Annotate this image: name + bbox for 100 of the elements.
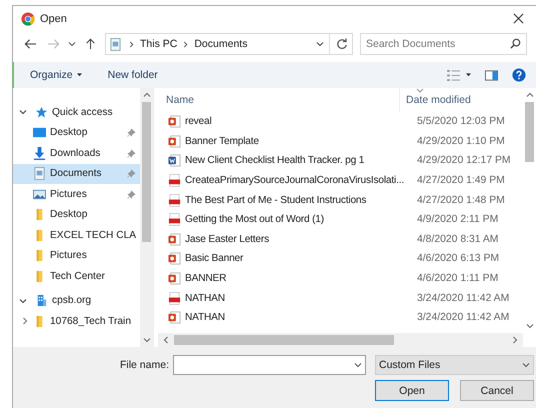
pin-icon[interactable] bbox=[127, 190, 136, 199]
preview-pane-icon[interactable] bbox=[485, 70, 498, 80]
date-modified: 4/29/2020 12:17 PM bbox=[417, 155, 511, 166]
search-icon bbox=[510, 38, 521, 49]
chevron-icon bbox=[129, 40, 134, 48]
scrollbar-thumb[interactable] bbox=[525, 102, 534, 162]
scrollbar[interactable] bbox=[158, 333, 523, 347]
file-row[interactable]: Banner Template 4/29/2020 1:10 PM bbox=[158, 132, 523, 152]
file-row[interactable]: CreateaPrimarySourceJournalCoronaVirusIsolati... 4/27/2020 1:49 PM bbox=[158, 170, 523, 190]
date-modified: 4/6/2020 6:13 PM bbox=[417, 253, 500, 264]
pin-icon[interactable] bbox=[127, 128, 136, 138]
scroll-up-icon[interactable] bbox=[526, 92, 534, 98]
file-row[interactable]: BANNER 4/6/2020 1:11 PM bbox=[158, 268, 523, 288]
recent-caret-icon[interactable] bbox=[68, 41, 76, 47]
presentation-file-icon bbox=[168, 232, 181, 246]
presentation-file-icon bbox=[168, 115, 181, 128]
file-name: BANNER bbox=[185, 273, 228, 284]
chevron-icon bbox=[183, 40, 188, 48]
sidebar-label: 10768_Tech Train bbox=[50, 316, 131, 327]
chevron-icon[interactable] bbox=[19, 296, 27, 305]
organize-menu-button[interactable]: Organize bbox=[30, 69, 82, 81]
scroll-down-icon[interactable] bbox=[142, 337, 150, 343]
scroll-right-icon[interactable] bbox=[512, 336, 518, 344]
close-icon[interactable] bbox=[513, 13, 524, 24]
file-row[interactable]: NATHAN 3/24/2020 11:42 AM bbox=[158, 288, 523, 308]
sidebar-label: Downloads bbox=[50, 148, 100, 159]
file-name-field[interactable] bbox=[173, 355, 366, 375]
sidebar-item[interactable]: Quick access bbox=[13, 102, 140, 122]
scrollbar-thumb[interactable] bbox=[142, 102, 151, 242]
sidebar-item[interactable]: Desktop bbox=[13, 204, 140, 225]
sidebar-item[interactable]: Tech Center bbox=[13, 266, 140, 286]
file-row[interactable]: Basic Banner 4/6/2020 6:13 PM bbox=[158, 249, 523, 269]
date-modified: 4/29/2020 1:10 PM bbox=[417, 136, 505, 147]
sidebar-label: EXCEL TECH CLA bbox=[50, 230, 136, 241]
sidebar-item[interactable]: Pictures bbox=[13, 184, 140, 204]
pdf-file-icon bbox=[168, 174, 181, 188]
word-file-icon bbox=[168, 154, 181, 168]
sidebar-label: Tech Center bbox=[50, 270, 105, 282]
chevron-icon[interactable] bbox=[19, 108, 27, 116]
address-bar[interactable]: This PC Documents bbox=[105, 33, 353, 55]
sidebar-item[interactable]: Downloads bbox=[13, 143, 140, 164]
file-name: Banner Template bbox=[185, 136, 260, 147]
presentation-file-icon bbox=[168, 311, 181, 324]
refresh-icon[interactable] bbox=[336, 38, 348, 50]
date-modified: 5/5/2020 12:03 PM bbox=[417, 116, 505, 128]
pdf-file-icon bbox=[168, 213, 181, 226]
scroll-left-icon[interactable] bbox=[163, 336, 169, 344]
sidebar-item[interactable]: cpsb.org bbox=[13, 290, 140, 311]
file-type-dropdown[interactable]: Custom Files bbox=[375, 355, 534, 375]
view-list-icon[interactable] bbox=[447, 70, 460, 80]
file-row[interactable]: New Client Checklist Health Tracker. pg 1 4/29/2020 12:17 PM bbox=[158, 151, 523, 171]
up-arrow-icon[interactable] bbox=[84, 38, 97, 50]
file-row[interactable]: reveal 5/5/2020 12:03 PM bbox=[158, 112, 523, 132]
dropdown-caret-icon[interactable] bbox=[354, 362, 362, 368]
breadcrumb[interactable]: This PC bbox=[140, 38, 178, 50]
file-row[interactable]: NATHAN 3/24/2020 11:42 AM bbox=[158, 308, 523, 328]
sidebar-item[interactable]: Documents bbox=[13, 164, 140, 184]
star-icon bbox=[35, 106, 48, 119]
pin-icon[interactable] bbox=[127, 148, 136, 158]
caret-icon[interactable] bbox=[466, 73, 471, 77]
document-icon bbox=[33, 167, 46, 180]
search-field[interactable]: Search Documents bbox=[360, 33, 527, 55]
sort-caret-icon bbox=[416, 88, 424, 93]
scrollbar[interactable] bbox=[140, 88, 153, 347]
window-title: Open bbox=[40, 12, 67, 24]
sidebar-item[interactable]: EXCEL TECH CLA bbox=[13, 225, 140, 246]
down-arrow-icon bbox=[33, 146, 46, 160]
file-name: NATHAN bbox=[185, 292, 226, 304]
file-name: The Best Part of Me - Student Instructions bbox=[185, 194, 368, 206]
sidebar-item[interactable]: Pictures bbox=[13, 246, 140, 266]
file-name: CreateaPrimarySourceJournalCoronaVirusIsolati... bbox=[185, 175, 405, 186]
sidebar-item[interactable]: Desktop bbox=[13, 122, 140, 143]
new-folder-button[interactable]: New folder bbox=[108, 69, 158, 81]
file-row[interactable]: Jase Easter Letters 4/8/2020 8:31 AM bbox=[158, 230, 523, 250]
chevron-icon[interactable] bbox=[21, 317, 29, 326]
dropdown-caret-icon[interactable] bbox=[316, 41, 324, 47]
cancel-button[interactable]: Cancel bbox=[460, 380, 534, 401]
presentation-file-icon bbox=[168, 134, 181, 148]
monitor-icon bbox=[33, 126, 46, 140]
caret-icon bbox=[76, 73, 82, 77]
column-header[interactable]: Name bbox=[158, 88, 400, 112]
help-icon[interactable] bbox=[512, 68, 526, 82]
document-icon bbox=[110, 38, 121, 50]
breadcrumb[interactable]: Documents bbox=[194, 38, 248, 50]
image-icon bbox=[33, 188, 46, 201]
sidebar-label: Pictures bbox=[50, 188, 87, 200]
back-arrow-icon[interactable] bbox=[24, 38, 37, 50]
file-type-value: Custom Files bbox=[379, 359, 440, 371]
file-row[interactable]: The Best Part of Me - Student Instructions 4/27/2020 1:48 PM bbox=[158, 190, 523, 210]
file-row[interactable]: Getting the Most out of Word (1) 4/9/2020 2:11 PM bbox=[158, 210, 523, 230]
file-name: Getting the Most out of Word (1) bbox=[185, 214, 325, 226]
column-header[interactable]: Date modified bbox=[400, 94, 471, 106]
sidebar-label: Quick access bbox=[52, 106, 113, 118]
open-button[interactable]: Open bbox=[375, 380, 449, 401]
scroll-up-icon[interactable] bbox=[142, 92, 150, 98]
sidebar-label: Desktop bbox=[50, 127, 88, 138]
scroll-down-icon[interactable] bbox=[526, 323, 534, 329]
date-modified: 4/6/2020 1:11 PM bbox=[417, 273, 498, 284]
sidebar-item[interactable]: 10768_Tech Train bbox=[13, 311, 140, 332]
scrollbar-thumb[interactable] bbox=[174, 335, 394, 345]
